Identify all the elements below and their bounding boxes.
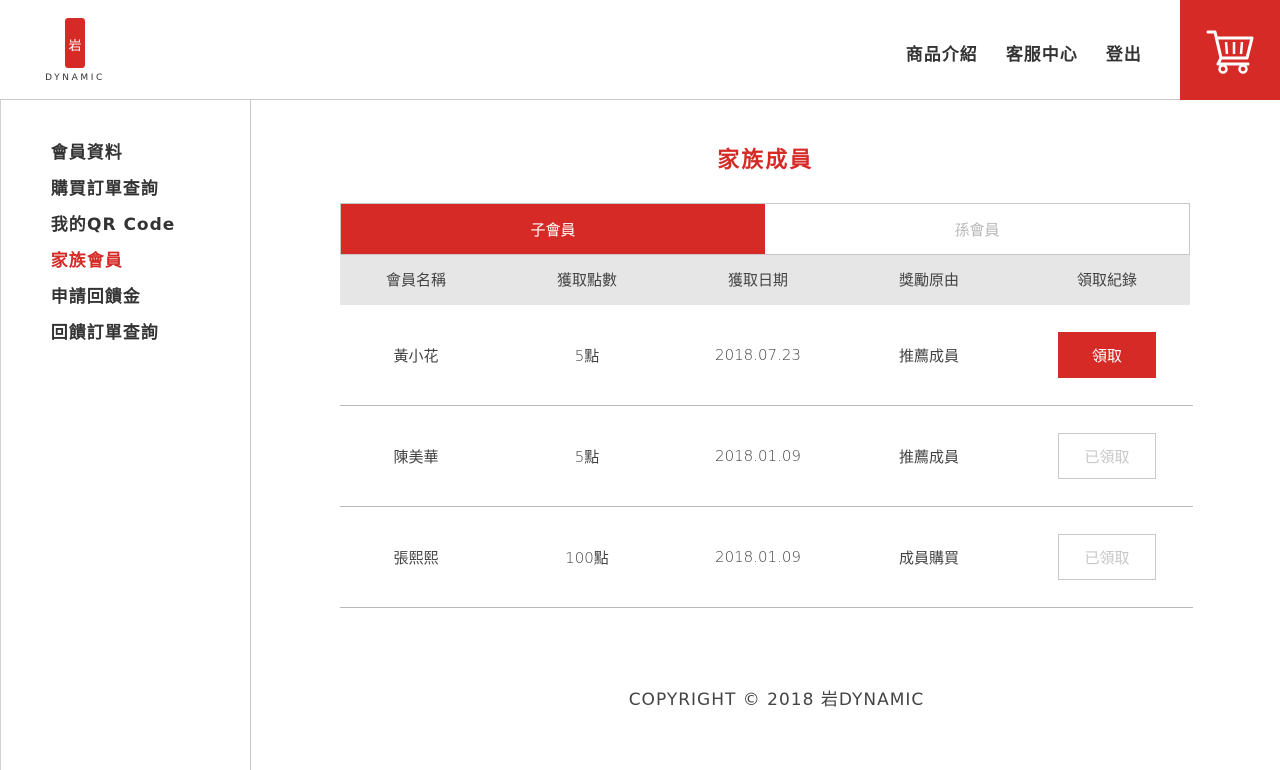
member-points: 100點 bbox=[565, 548, 609, 567]
member-name: 張熙熙 bbox=[393, 548, 439, 567]
claim-button[interactable]: 領取 bbox=[1058, 332, 1156, 378]
member-points: 5點 bbox=[574, 346, 600, 365]
column-header-date: 獲取日期 bbox=[727, 271, 788, 289]
column-header-reason: 獎勵原由 bbox=[898, 271, 959, 289]
sidebar-item-apply-rebate[interactable]: 申請回饋金 bbox=[51, 285, 175, 321]
record-cell: 已領取 bbox=[1024, 534, 1190, 580]
logo-text: DYNAMIC bbox=[45, 73, 105, 83]
member-tabs: 子會員 孫會員 bbox=[340, 203, 1190, 255]
member-date: 2018.07.23 bbox=[715, 346, 801, 364]
member-name: 黃小花 bbox=[393, 346, 439, 365]
brand-logo[interactable]: 岩 DYNAMIC bbox=[38, 16, 112, 86]
sidebar-item-orders[interactable]: 購買訂單查詢 bbox=[51, 177, 175, 213]
sidebar-item-qr-code[interactable]: 我的QR Code bbox=[51, 213, 175, 249]
table-row: 陳美華 5點 2018.01.09 推薦成員 已領取 bbox=[340, 406, 1193, 507]
cart-button[interactable] bbox=[1180, 0, 1280, 100]
column-header-name: 會員名稱 bbox=[385, 271, 446, 289]
nav-customer-service[interactable]: 客服中心 bbox=[1006, 40, 1078, 65]
record-cell: 已領取 bbox=[1024, 433, 1190, 479]
table-row: 張熙熙 100點 2018.01.09 成員購買 已領取 bbox=[340, 507, 1193, 608]
member-name: 陳美華 bbox=[393, 447, 439, 466]
table-header: 會員名稱 獲取點數 獲取日期 獎勵原由 領取紀錄 bbox=[340, 255, 1190, 305]
sidebar-item-profile[interactable]: 會員資料 bbox=[51, 141, 175, 177]
member-reason: 推薦成員 bbox=[898, 447, 959, 466]
member-reason: 成員購買 bbox=[898, 548, 959, 567]
nav-logout[interactable]: 登出 bbox=[1106, 40, 1142, 65]
logo-mark: 岩 bbox=[65, 18, 85, 68]
nav-products[interactable]: 商品介紹 bbox=[906, 40, 978, 65]
table-row: 黃小花 5點 2018.07.23 推薦成員 領取 bbox=[340, 305, 1193, 406]
member-date: 2018.01.09 bbox=[715, 447, 801, 465]
record-cell: 領取 bbox=[1024, 332, 1190, 378]
main-content: 家族成員 子會員 孫會員 會員名稱 獲取點數 獲取日期 獎勵原由 領取紀錄 黃小… bbox=[251, 100, 1280, 770]
site-header: 岩 DYNAMIC 商品介紹 客服中心 登出 bbox=[0, 0, 1280, 100]
top-nav: 商品介紹 客服中心 登出 bbox=[906, 40, 1142, 65]
claimed-button: 已領取 bbox=[1058, 433, 1156, 479]
copyright-footer: COPYRIGHT © 2018 岩DYNAMIC bbox=[628, 690, 925, 710]
shopping-cart-icon bbox=[1206, 30, 1254, 74]
page-title-text: 家族成員 bbox=[717, 148, 814, 173]
member-points: 5點 bbox=[574, 447, 600, 466]
sidebar-menu: 會員資料 購買訂單查詢 我的QR Code 家族會員 申請回饋金 回饋訂單查詢 bbox=[51, 141, 175, 357]
member-reason: 推薦成員 bbox=[898, 346, 959, 365]
column-header-points: 獲取點數 bbox=[556, 271, 617, 289]
tab-child-members[interactable]: 子會員 bbox=[341, 204, 765, 254]
table-body: 黃小花 5點 2018.07.23 推薦成員 領取 陳美華 5點 2018.01… bbox=[340, 305, 1193, 608]
logo-glyph: 岩 bbox=[68, 39, 82, 54]
column-header-record: 領取紀錄 bbox=[1076, 271, 1137, 289]
claimed-button: 已領取 bbox=[1058, 534, 1156, 580]
sidebar-item-rebate-orders[interactable]: 回饋訂單查詢 bbox=[51, 321, 175, 357]
page-title: 家族成員 bbox=[251, 142, 1280, 174]
sidebar-item-family-members[interactable]: 家族會員 bbox=[51, 249, 175, 285]
member-date: 2018.01.09 bbox=[715, 548, 801, 566]
tab-grandchild-members[interactable]: 孫會員 bbox=[765, 204, 1189, 254]
account-sidebar: 會員資料 購買訂單查詢 我的QR Code 家族會員 申請回饋金 回饋訂單查詢 bbox=[0, 100, 251, 770]
